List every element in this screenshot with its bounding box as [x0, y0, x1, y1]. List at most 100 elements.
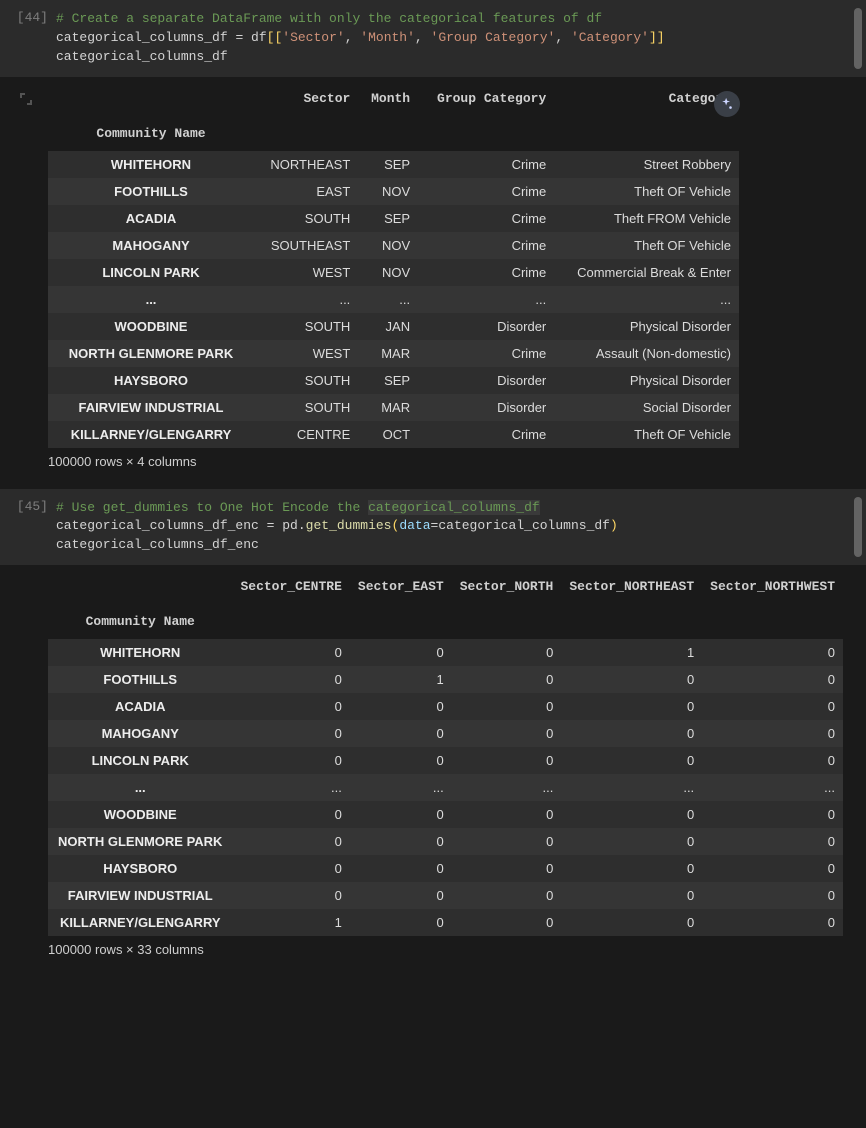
cell: Crime [418, 259, 554, 286]
table-row: KILLARNEY/GLENGARRYCENTREOCTCrimeTheft O… [48, 421, 739, 448]
col-header: Month [358, 85, 418, 116]
cell-scrollbar[interactable] [854, 8, 862, 69]
cell: Disorder [418, 394, 554, 421]
code-bracket: ]] [649, 30, 665, 45]
ellipsis-row: ............... [48, 286, 739, 313]
code-body-45[interactable]: # Use get_dummies to One Hot Encode the … [56, 499, 856, 556]
cell: 0 [702, 666, 843, 693]
dataframe-shape-2: 100000 rows × 33 columns [48, 936, 866, 959]
cell: Social Disorder [554, 394, 739, 421]
cell: SOUTH [254, 313, 358, 340]
cell: Crime [418, 205, 554, 232]
col-header: Sector [254, 85, 358, 116]
row-index: WOODBINE [48, 801, 232, 828]
code-ident: categorical_columns_df [56, 49, 228, 64]
cell: 0 [232, 720, 349, 747]
row-index: WHITEHORN [48, 639, 232, 666]
row-index: LINCOLN PARK [48, 747, 232, 774]
row-index: FOOTHILLS [48, 666, 232, 693]
table-row: FAIRVIEW INDUSTRIAL00000 [48, 882, 843, 909]
cell: 0 [702, 828, 843, 855]
cell: 1 [561, 639, 702, 666]
col-header: Sector_CENTRE [232, 573, 349, 604]
cell: NOV [358, 178, 418, 205]
code-string: 'Sector' [282, 30, 344, 45]
cell: 0 [232, 828, 349, 855]
row-index: HAYSBORO [48, 367, 254, 394]
cell-scrollbar[interactable] [854, 497, 862, 558]
cell: SOUTH [254, 394, 358, 421]
code-string: 'Category' [571, 30, 649, 45]
code-body-44[interactable]: # Create a separate DataFrame with only … [56, 10, 856, 67]
table-row: KILLARNEY/GLENGARRY10000 [48, 909, 843, 936]
notebook-cell-45: [45] # Use get_dummies to One Hot Encode… [0, 489, 866, 972]
row-index: MAHOGANY [48, 720, 232, 747]
cell: 0 [452, 801, 562, 828]
code-input-44[interactable]: [44] # Create a separate DataFrame with … [0, 0, 866, 77]
cell: CENTRE [254, 421, 358, 448]
cell-output-45: Sector_CENTRE Sector_EAST Sector_NORTH S… [0, 565, 866, 971]
col-header: Sector_NORTHWEST [702, 573, 843, 604]
cell: 0 [561, 666, 702, 693]
cell: SEP [358, 205, 418, 232]
table-row: WHITEHORNNORTHEASTSEPCrimeStreet Robbery [48, 151, 739, 178]
code-ident: categorical_columns_df_enc [56, 537, 259, 552]
col-header: Group Category [418, 85, 554, 116]
cell: Crime [418, 151, 554, 178]
cell: Crime [418, 178, 554, 205]
code-comment: # Create a separate DataFrame with only … [56, 11, 602, 26]
cell: 0 [350, 639, 452, 666]
cell: Assault (Non-domestic) [554, 340, 739, 367]
cell: OCT [358, 421, 418, 448]
table-row: HAYSBORO00000 [48, 855, 843, 882]
cell: 0 [232, 747, 349, 774]
cell: 0 [702, 909, 843, 936]
suggest-chart-button[interactable] [714, 91, 740, 117]
row-index: NORTH GLENMORE PARK [48, 828, 232, 855]
row-index: ACADIA [48, 693, 232, 720]
column-header-row: Sector_CENTRE Sector_EAST Sector_NORTH S… [48, 573, 843, 604]
dataframe-table-1: Sector Month Group Category Category Com… [48, 85, 739, 448]
row-index: FAIRVIEW INDUSTRIAL [48, 394, 254, 421]
output-expand-icon[interactable] [18, 91, 36, 109]
row-index: HAYSBORO [48, 855, 232, 882]
code-input-45[interactable]: [45] # Use get_dummies to One Hot Encode… [0, 489, 866, 566]
cell: 0 [561, 693, 702, 720]
cell: NOV [358, 259, 418, 286]
cell: 0 [452, 828, 562, 855]
cell: Theft OF Vehicle [554, 178, 739, 205]
table-row: FAIRVIEW INDUSTRIALSOUTHMARDisorderSocia… [48, 394, 739, 421]
cell: 1 [350, 666, 452, 693]
cell: 0 [232, 639, 349, 666]
cell: JAN [358, 313, 418, 340]
col-header: Sector_EAST [350, 573, 452, 604]
col-header: Sector_NORTH [452, 573, 562, 604]
cell: Disorder [418, 367, 554, 394]
cell: MAR [358, 394, 418, 421]
row-index: WHITEHORN [48, 151, 254, 178]
cell: Theft OF Vehicle [554, 232, 739, 259]
cell: 0 [452, 855, 562, 882]
cell: 1 [232, 909, 349, 936]
cell: SOUTH [254, 367, 358, 394]
cell: 0 [232, 882, 349, 909]
code-ident: df [251, 30, 267, 45]
row-index: FAIRVIEW INDUSTRIAL [48, 882, 232, 909]
code-bracket: [[ [267, 30, 283, 45]
table-row: WOODBINE00000 [48, 801, 843, 828]
column-header-row: Sector Month Group Category Category [48, 85, 739, 116]
cell: SEP [358, 151, 418, 178]
cell: 0 [350, 855, 452, 882]
dataframe-table-2: Sector_CENTRE Sector_EAST Sector_NORTH S… [48, 573, 843, 936]
col-header: Category [554, 85, 739, 116]
cell: 0 [561, 855, 702, 882]
cell: Physical Disorder [554, 313, 739, 340]
table-row: WHITEHORN00010 [48, 639, 843, 666]
execution-count-45: [45] [0, 499, 56, 556]
cell: Crime [418, 232, 554, 259]
execution-count-44: [44] [0, 10, 56, 67]
col-header: Sector_NORTHEAST [561, 573, 702, 604]
cell: 0 [702, 882, 843, 909]
row-index: MAHOGANY [48, 232, 254, 259]
cell: SOUTHEAST [254, 232, 358, 259]
